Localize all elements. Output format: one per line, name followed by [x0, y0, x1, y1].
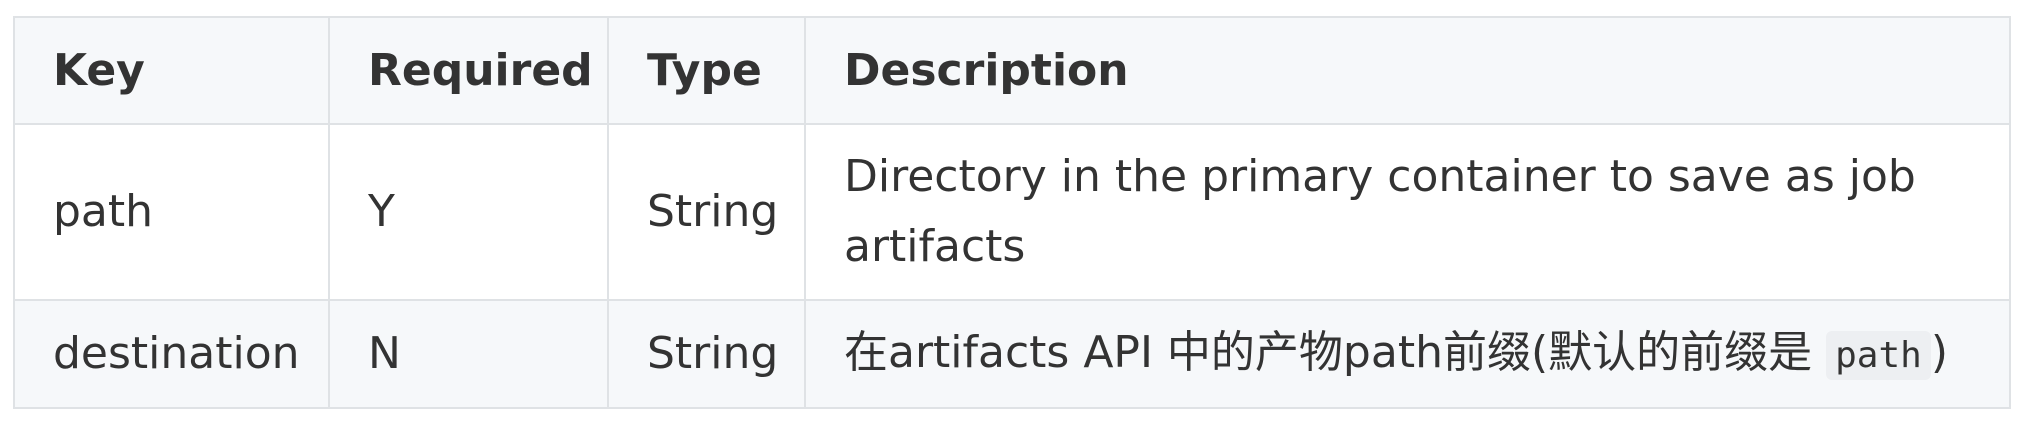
cell-description: 在artifacts API 中的产物path前缀(默认的前缀是 path): [804, 299, 2011, 409]
header-required: Required: [328, 16, 609, 125]
table-header: Key Required Type Description: [13, 16, 2011, 125]
cell-type: String: [607, 123, 806, 301]
cell-required: N: [328, 299, 609, 409]
table-row: path Y String Directory in the primary c…: [13, 123, 2011, 301]
cell-description: Directory in the primary container to sa…: [804, 123, 2011, 301]
header-key: Key: [13, 16, 330, 125]
inline-code: path: [1826, 330, 1931, 380]
header-description: Description: [804, 16, 2011, 125]
cell-type: String: [607, 299, 806, 409]
description-text-suffix: ): [1930, 326, 1948, 378]
cell-required: Y: [328, 123, 609, 301]
cell-key: destination: [13, 299, 330, 409]
description-text-prefix: 在artifacts API 中的产物path前缀(默认的前缀是: [844, 326, 1827, 378]
header-row: Key Required Type Description: [13, 16, 2011, 125]
table-row: destination N String 在artifacts API 中的产物…: [13, 299, 2011, 409]
cell-key: path: [13, 123, 330, 301]
header-type: Type: [607, 16, 806, 125]
table-body: path Y String Directory in the primary c…: [13, 123, 2011, 409]
parameter-table-container: Key Required Type Description path Y Str…: [13, 16, 2011, 409]
parameter-table: Key Required Type Description path Y Str…: [13, 16, 2011, 409]
